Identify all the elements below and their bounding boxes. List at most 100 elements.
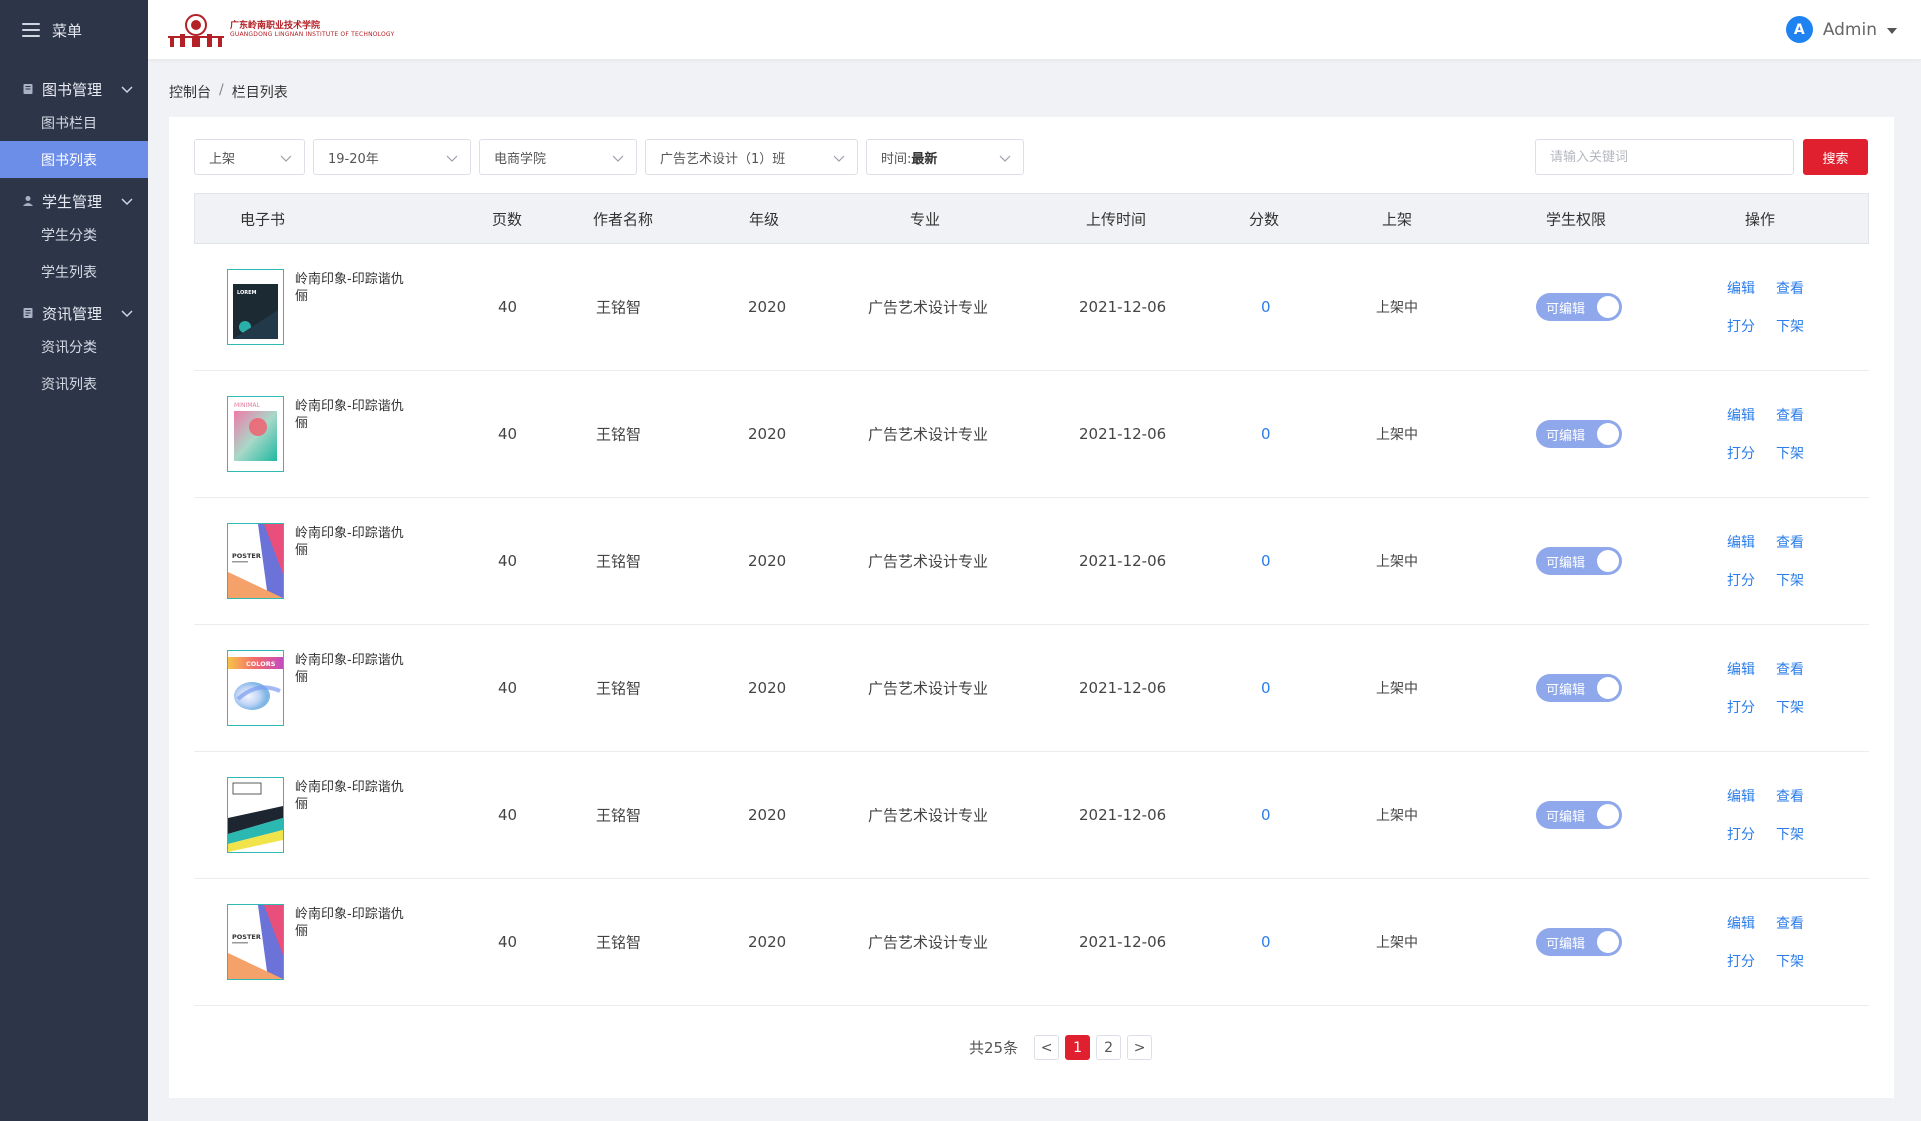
breadcrumb-home[interactable]: 控制台 bbox=[169, 82, 211, 102]
view-link[interactable]: 查看 bbox=[1776, 786, 1816, 806]
grade-cell: 2020 bbox=[748, 679, 787, 697]
book-cover-image[interactable]: MINIMAL bbox=[227, 396, 284, 472]
score-link[interactable]: 0 bbox=[1261, 298, 1271, 316]
table-row: 岭南印象-印踪谐仇俪 40 王铭智 2020 广告艺术设计专业 2021-12-… bbox=[194, 752, 1869, 879]
unpublish-link[interactable]: 下架 bbox=[1776, 824, 1816, 844]
permission-toggle[interactable]: 可编辑 bbox=[1536, 928, 1622, 956]
status-cell: 上架中 bbox=[1376, 681, 1418, 697]
column-header-ebook: 电子书 bbox=[240, 210, 286, 228]
permission-toggle[interactable]: 可编辑 bbox=[1536, 420, 1622, 448]
book-cover-image[interactable]: POSTER bbox=[227, 904, 284, 980]
unpublish-link[interactable]: 下架 bbox=[1776, 951, 1816, 971]
permission-toggle[interactable]: 可编辑 bbox=[1536, 547, 1622, 575]
score-action-link[interactable]: 打分 bbox=[1727, 316, 1776, 336]
grade-cell: 2020 bbox=[748, 552, 787, 570]
column-header-permission: 学生权限 bbox=[1546, 210, 1607, 228]
pagination-page-1[interactable]: 1 bbox=[1065, 1035, 1091, 1060]
permission-toggle-label: 可编辑 bbox=[1546, 428, 1586, 444]
filter-bar: 上架 19-20年 电商学院 广告艺术设计（1）班 时间: 最新 bbox=[194, 139, 1024, 175]
sidebar-item-news-category[interactable]: 资讯分类 bbox=[0, 328, 148, 365]
svg-text:POSTER: POSTER bbox=[232, 933, 261, 941]
menu-toggle[interactable]: 菜单 bbox=[0, 0, 148, 60]
avatar: A bbox=[1785, 16, 1813, 43]
permission-toggle[interactable]: 可编辑 bbox=[1536, 293, 1622, 321]
pagination-prev-button[interactable]: < bbox=[1034, 1035, 1060, 1060]
view-link[interactable]: 查看 bbox=[1776, 659, 1816, 679]
edit-link[interactable]: 编辑 bbox=[1727, 405, 1776, 425]
view-link[interactable]: 查看 bbox=[1776, 278, 1816, 298]
class-select-value: 广告艺术设计（1）班 bbox=[660, 151, 786, 167]
user-menu[interactable]: A Admin bbox=[1785, 16, 1897, 43]
score-link[interactable]: 0 bbox=[1261, 552, 1271, 570]
chevron-down-icon bbox=[446, 155, 458, 162]
table-row: COLORS 岭南印象-印踪谐仇俪 40 王铭智 2020 广告艺术设计专业 2… bbox=[194, 625, 1869, 752]
year-select[interactable]: 19-20年 bbox=[313, 139, 471, 175]
time-select[interactable]: 时间: 最新 bbox=[866, 139, 1024, 175]
book-cover-image[interactable]: POSTER bbox=[227, 523, 284, 599]
edit-link[interactable]: 编辑 bbox=[1727, 913, 1776, 933]
sidebar-item-book-list[interactable]: 图书列表 bbox=[0, 141, 148, 178]
breadcrumb: 控制台 / 栏目列表 bbox=[169, 82, 288, 102]
score-action-link[interactable]: 打分 bbox=[1727, 443, 1776, 463]
score-action-link[interactable]: 打分 bbox=[1727, 697, 1776, 717]
pagination-page-2[interactable]: 2 bbox=[1096, 1035, 1122, 1060]
unpublish-link[interactable]: 下架 bbox=[1776, 697, 1816, 717]
menu-group-title-students[interactable]: 学生管理 bbox=[0, 186, 148, 216]
score-link[interactable]: 0 bbox=[1261, 806, 1271, 824]
svg-text:MINIMAL: MINIMAL bbox=[234, 402, 260, 409]
status-cell: 上架中 bbox=[1376, 300, 1418, 316]
score-action-link[interactable]: 打分 bbox=[1727, 570, 1776, 590]
score-action-link[interactable]: 打分 bbox=[1727, 824, 1776, 844]
book-cover-image[interactable]: COLORS bbox=[227, 650, 284, 726]
sidebar-item-book-category[interactable]: 图书栏目 bbox=[0, 104, 148, 141]
score-link[interactable]: 0 bbox=[1261, 933, 1271, 951]
unpublish-link[interactable]: 下架 bbox=[1776, 443, 1816, 463]
author-cell: 王铭智 bbox=[596, 298, 642, 317]
menu-group-books: 图书管理 图书栏目 图书列表 bbox=[0, 74, 148, 178]
row-actions: 编辑 查看 打分 下架 bbox=[1727, 405, 1816, 463]
menu-group-title-books[interactable]: 图书管理 bbox=[0, 74, 148, 104]
score-link[interactable]: 0 bbox=[1261, 425, 1271, 443]
edit-link[interactable]: 编辑 bbox=[1727, 786, 1776, 806]
search-button[interactable]: 搜索 bbox=[1803, 139, 1868, 175]
status-select[interactable]: 上架 bbox=[194, 139, 305, 175]
unpublish-link[interactable]: 下架 bbox=[1776, 316, 1816, 336]
college-select[interactable]: 电商学院 bbox=[479, 139, 637, 175]
hamburger-icon bbox=[22, 23, 40, 37]
column-header-major: 专业 bbox=[910, 210, 941, 228]
author-cell: 王铭智 bbox=[596, 552, 642, 571]
sidebar-item-student-category[interactable]: 学生分类 bbox=[0, 216, 148, 253]
pages-cell: 40 bbox=[498, 679, 518, 697]
edit-link[interactable]: 编辑 bbox=[1727, 532, 1776, 552]
sidebar-item-news-list[interactable]: 资讯列表 bbox=[0, 365, 148, 402]
score-link[interactable]: 0 bbox=[1261, 679, 1271, 697]
menu-group-label: 图书管理 bbox=[42, 80, 103, 99]
permission-toggle[interactable]: 可编辑 bbox=[1536, 801, 1622, 829]
logo-name-en: GUANGDONG LINGNAN INSTITUTE OF TECHNOLOG… bbox=[230, 30, 395, 38]
toggle-knob bbox=[1597, 423, 1619, 445]
view-link[interactable]: 查看 bbox=[1776, 405, 1816, 425]
view-link[interactable]: 查看 bbox=[1776, 913, 1816, 933]
book-title: 岭南印象-印踪谐仇俪 bbox=[295, 653, 404, 685]
column-header-upload-time: 上传时间 bbox=[1086, 210, 1147, 228]
author-cell: 王铭智 bbox=[596, 806, 642, 825]
menu-group-title-news[interactable]: 资讯管理 bbox=[0, 298, 148, 328]
time-select-value: 最新 bbox=[911, 151, 938, 167]
permission-toggle[interactable]: 可编辑 bbox=[1536, 674, 1622, 702]
edit-link[interactable]: 编辑 bbox=[1727, 659, 1776, 679]
edit-link[interactable]: 编辑 bbox=[1727, 278, 1776, 298]
school-logo[interactable]: 广东岭南职业技术学院 GUANGDONG LINGNAN INSTITUTE O… bbox=[166, 12, 394, 48]
column-header-pages: 页数 bbox=[492, 210, 523, 228]
table-row: POSTER 岭南印象-印踪谐仇俪 40 王铭智 2020 广告艺术设计专业 2… bbox=[194, 498, 1869, 625]
top-header: 广东岭南职业技术学院 GUANGDONG LINGNAN INSTITUTE O… bbox=[148, 0, 1921, 60]
toggle-knob bbox=[1597, 931, 1619, 953]
book-cover-image[interactable] bbox=[227, 777, 284, 853]
book-cover-image[interactable]: LOREM bbox=[227, 269, 284, 345]
view-link[interactable]: 查看 bbox=[1776, 532, 1816, 552]
class-select[interactable]: 广告艺术设计（1）班 bbox=[645, 139, 858, 175]
pagination-next-button[interactable]: > bbox=[1127, 1035, 1153, 1060]
score-action-link[interactable]: 打分 bbox=[1727, 951, 1776, 971]
unpublish-link[interactable]: 下架 bbox=[1776, 570, 1816, 590]
sidebar-item-student-list[interactable]: 学生列表 bbox=[0, 253, 148, 290]
search-input[interactable] bbox=[1535, 139, 1794, 175]
